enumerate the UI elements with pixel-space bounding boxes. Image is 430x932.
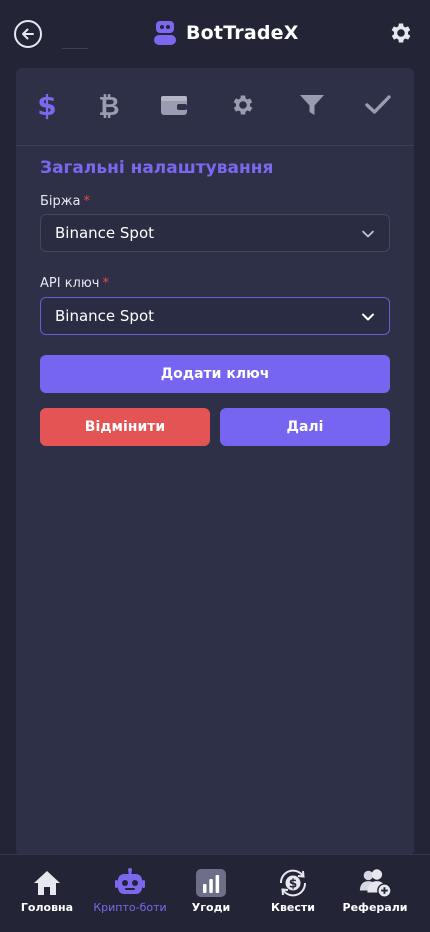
- required-mark: *: [83, 194, 90, 209]
- step-settings[interactable]: [226, 88, 260, 122]
- chevron-down-icon: [362, 230, 374, 238]
- chevron-down-icon: [362, 313, 374, 321]
- app-header: BotTradeX: [0, 0, 430, 66]
- nav-label: Реферали: [342, 901, 408, 914]
- step-filter[interactable]: [295, 88, 329, 122]
- robot-logo-icon: [154, 21, 176, 45]
- coin-cycle-icon: $: [279, 869, 307, 897]
- back-button[interactable]: [14, 20, 42, 48]
- api-key-label: API ключ *: [40, 276, 109, 291]
- nav-label: Угоди: [191, 901, 231, 914]
- required-mark: *: [102, 276, 109, 291]
- settings-card: $ ₿ Загальні налаштування Біржа * Binanc…: [16, 68, 414, 856]
- step-wallet[interactable]: [157, 88, 191, 122]
- brand: BotTradeX: [152, 18, 299, 48]
- nav-home[interactable]: Головна: [12, 855, 82, 932]
- bar-chart-icon: [196, 869, 226, 897]
- nav-quests[interactable]: $ Квести: [258, 855, 328, 932]
- nav-label: Квести: [270, 901, 316, 914]
- exchange-select-value: Binance Spot: [55, 224, 155, 242]
- wallet-icon: [161, 96, 187, 115]
- add-user-icon: [359, 869, 392, 898]
- dollar-icon: $: [37, 90, 56, 120]
- step-bitcoin[interactable]: ₿: [92, 88, 126, 122]
- bitcoin-icon: ₿: [98, 92, 119, 120]
- section-title: Загальні налаштування: [40, 158, 274, 178]
- api-key-label-text: API ключ: [40, 276, 100, 291]
- back-arrow-icon: [22, 28, 34, 40]
- add-key-button[interactable]: Додати ключ: [40, 355, 390, 393]
- nav-referrals[interactable]: Реферали: [340, 855, 410, 932]
- api-key-select-value: Binance Spot: [55, 307, 155, 325]
- svg-text:$: $: [289, 877, 297, 891]
- nav-label: Крипто-боти: [93, 901, 167, 914]
- step-confirm[interactable]: [361, 88, 395, 122]
- robot-icon: [115, 868, 145, 894]
- nav-crypto-bots[interactable]: Крипто-боти: [86, 855, 174, 932]
- wizard-steps: $ ₿: [16, 68, 414, 146]
- exchange-label: Біржа *: [40, 194, 90, 209]
- exchange-select[interactable]: Binance Spot: [40, 214, 390, 252]
- exchange-label-text: Біржа: [40, 194, 81, 209]
- next-button[interactable]: Далі: [220, 408, 390, 446]
- api-key-select[interactable]: Binance Spot: [40, 297, 390, 335]
- check-icon: [365, 95, 391, 114]
- nav-trades[interactable]: Угоди: [176, 855, 246, 932]
- svg-text:$: $: [37, 90, 56, 120]
- home-icon: [34, 871, 60, 895]
- cancel-button[interactable]: Відмінити: [40, 408, 210, 446]
- nav-label: Головна: [20, 901, 74, 914]
- filter-icon: [300, 95, 324, 115]
- bottom-nav: Головна Крипто-боти Угоди $ Квести Рефер…: [0, 854, 430, 932]
- settings-button[interactable]: [386, 18, 416, 48]
- header-divider: [62, 48, 88, 49]
- step-dollar[interactable]: $: [30, 88, 64, 122]
- gear-icon: [391, 23, 411, 43]
- gear-icon: [233, 95, 253, 115]
- brand-name: BotTradeX: [186, 22, 299, 44]
- svg-text:₿: ₿: [98, 92, 119, 120]
